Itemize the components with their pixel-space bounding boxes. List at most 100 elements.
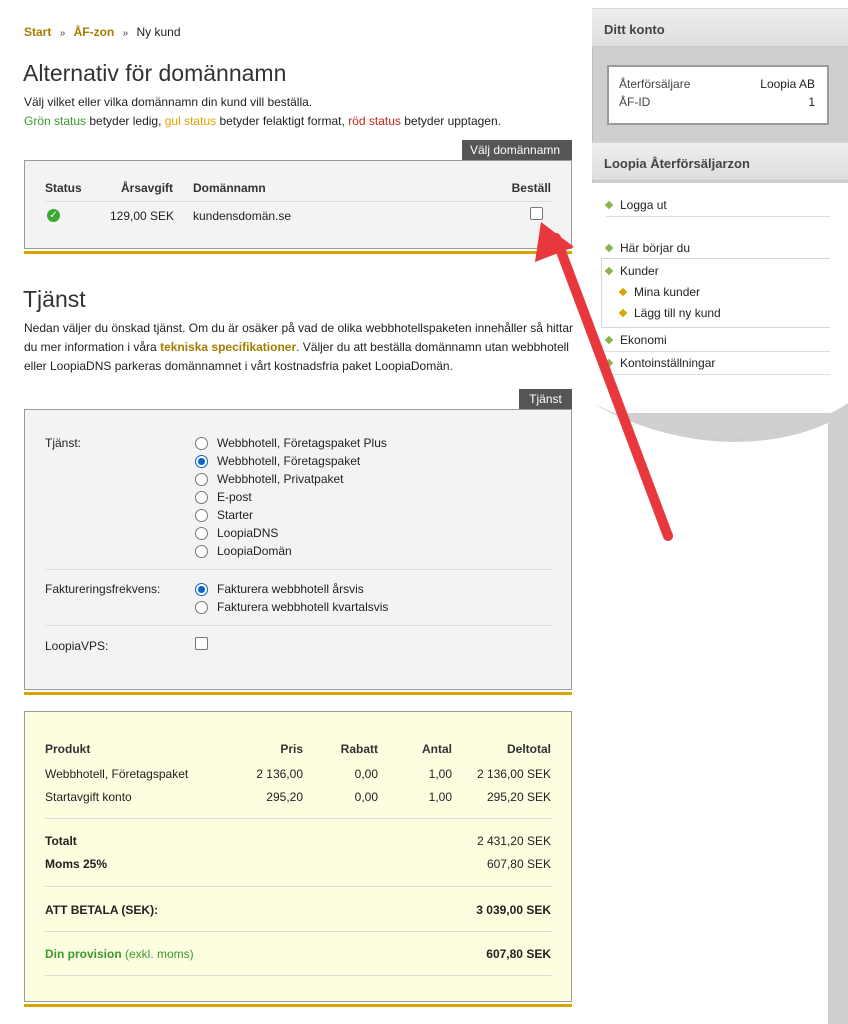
divider xyxy=(606,216,830,217)
reseller-value: Loopia AB xyxy=(760,77,815,91)
intro-text: betyder felaktigt format, xyxy=(216,114,349,128)
commission-note: (exkl. moms) xyxy=(121,947,194,961)
divider xyxy=(606,351,830,352)
sidebar-decorative-sweep xyxy=(592,403,848,1024)
billing-label: Faktureringsfrekvens: xyxy=(45,582,161,596)
column-header-fee: Årsavgift xyxy=(121,181,174,195)
green-status-text: Grön status xyxy=(24,114,87,128)
summary-header-product: Produkt xyxy=(45,742,91,756)
sidebar: Ditt konto Återförsäljare Loopia AB ÅF-I… xyxy=(592,8,848,1024)
option-label: E-post xyxy=(217,490,252,504)
menu-item-logout[interactable]: Logga ut xyxy=(604,198,667,212)
column-header-status: Status xyxy=(45,181,82,195)
domains-intro: Välj vilket eller vilka domännamn din ku… xyxy=(24,93,574,131)
option-label: LoopiaDNS xyxy=(217,526,279,540)
breadcrumb-separator: » xyxy=(122,28,129,39)
yellow-status-text: gul status xyxy=(164,114,217,128)
reseller-id-label: ÅF-ID xyxy=(619,95,651,109)
summary-header-discount: Rabatt xyxy=(340,742,378,756)
summary-price: 295,20 xyxy=(266,790,303,804)
divider xyxy=(45,569,552,570)
summary-price: 2 136,00 xyxy=(256,767,303,781)
service-intro: Nedan väljer du önskad tjänst. Om du är … xyxy=(24,319,574,376)
service-tab: Tjänst xyxy=(519,389,572,409)
bullet-icon xyxy=(618,308,628,318)
menu-item-settings[interactable]: Kontoinställningar xyxy=(604,356,715,370)
divider xyxy=(45,201,552,202)
summary-product: Webbhotell, Företagspaket xyxy=(45,767,189,781)
loopiavps-checkbox[interactable] xyxy=(195,637,208,650)
service-label: Tjänst: xyxy=(45,436,82,450)
service-option-foretagspaket[interactable]: Webbhotell, Företagspaket xyxy=(195,452,360,470)
vat-value: 607,80 SEK xyxy=(486,857,551,871)
breadcrumb-zone-link[interactable]: ÅF-zon xyxy=(74,25,115,39)
radio-button[interactable] xyxy=(195,490,208,504)
service-option-epost[interactable]: E-post xyxy=(195,488,252,506)
divider xyxy=(45,975,552,976)
breadcrumb-start-link[interactable]: Start xyxy=(24,25,51,39)
divider xyxy=(45,886,552,887)
menu-item-start-here[interactable]: Här börjar du xyxy=(604,241,690,255)
service-option-loopiadns[interactable]: LoopiaDNS xyxy=(195,524,278,542)
domain-table: Status Årsavgift Domännamn Beställ ✓ 129… xyxy=(24,160,572,249)
menu-label: Ekonomi xyxy=(620,333,667,347)
account-panel-title: Ditt konto xyxy=(592,8,848,47)
service-option-privatpaket[interactable]: Webbhotell, Privatpaket xyxy=(195,470,344,488)
breadcrumb: Start » ÅF-zon » Ny kund xyxy=(24,25,181,39)
option-label: Fakturera webbhotell kvartalsvis xyxy=(217,600,389,614)
summary-qty: 1,00 xyxy=(428,767,452,781)
red-status-text: röd status xyxy=(348,114,401,128)
reseller-label: Återförsäljare xyxy=(619,77,691,91)
gold-divider xyxy=(24,251,572,254)
radio-button-selected[interactable] xyxy=(195,454,208,468)
order-domain-checkbox[interactable] xyxy=(530,207,543,220)
option-label: Webbhotell, Företagspaket Plus xyxy=(217,436,387,450)
pay-label: ATT BETALA (SEK): xyxy=(45,903,159,917)
divider xyxy=(45,818,552,819)
menu-item-my-customers[interactable]: Mina kunder xyxy=(618,285,700,299)
option-label: Webbhotell, Företagspaket xyxy=(217,454,361,468)
radio-button[interactable] xyxy=(195,526,208,540)
bullet-icon xyxy=(604,335,614,345)
gold-divider xyxy=(24,1004,572,1007)
commission-title: Din provision xyxy=(45,947,122,961)
radio-button[interactable] xyxy=(195,600,208,614)
radio-button-selected[interactable] xyxy=(195,582,208,596)
page-title: Alternativ för domännamn xyxy=(23,60,287,86)
bullet-icon xyxy=(604,266,614,276)
menu-label: Kunder xyxy=(620,264,659,278)
order-summary: Produkt Pris Rabatt Antal Deltotal Webbh… xyxy=(24,711,572,1002)
summary-discount: 0,00 xyxy=(354,790,378,804)
vat-label: Moms 25% xyxy=(45,857,108,871)
radio-button[interactable] xyxy=(195,472,208,486)
pay-value: 3 039,00 SEK xyxy=(476,903,551,917)
summary-discount: 0,00 xyxy=(354,767,378,781)
column-header-order: Beställ xyxy=(511,181,551,195)
billing-option-quarterly[interactable]: Fakturera webbhotell kvartalsvis xyxy=(195,598,388,616)
service-option-loopiadoman[interactable]: LoopiaDomän xyxy=(195,542,292,560)
menu-item-customers[interactable]: Kunder xyxy=(604,264,659,278)
divider xyxy=(45,625,552,626)
domains-intro-line: Välj vilket eller vilka domännamn din ku… xyxy=(24,95,313,109)
radio-button[interactable] xyxy=(195,436,208,450)
menu-item-economy[interactable]: Ekonomi xyxy=(604,333,667,347)
option-label: LoopiaDomän xyxy=(217,544,292,558)
summary-header-qty: Antal xyxy=(422,742,452,756)
summary-product: Startavgift konto xyxy=(45,790,132,804)
menu-item-add-customer[interactable]: Lägg till ny kund xyxy=(618,306,721,320)
choose-domains-tab: Välj domännamn xyxy=(462,140,572,160)
radio-button[interactable] xyxy=(195,508,208,522)
domain-name: kundensdomän.se xyxy=(193,209,292,223)
total-label: Totalt xyxy=(45,834,77,848)
account-info-box: Återförsäljare Loopia AB ÅF-ID 1 xyxy=(607,65,829,125)
summary-subtotal: 295,20 SEK xyxy=(486,790,551,804)
total-value: 2 431,20 SEK xyxy=(476,834,551,848)
service-option-foretagspaket-plus[interactable]: Webbhotell, Företagspaket Plus xyxy=(195,434,387,452)
breadcrumb-current: Ny kund xyxy=(136,25,181,39)
intro-text: betyder ledig, xyxy=(86,114,165,128)
service-option-starter[interactable]: Starter xyxy=(195,506,253,524)
technical-specs-link[interactable]: tekniska specifikationer xyxy=(160,340,296,354)
radio-button[interactable] xyxy=(195,544,208,558)
billing-option-yearly[interactable]: Fakturera webbhotell årsvis xyxy=(195,580,364,598)
summary-header-price: Pris xyxy=(280,742,303,756)
